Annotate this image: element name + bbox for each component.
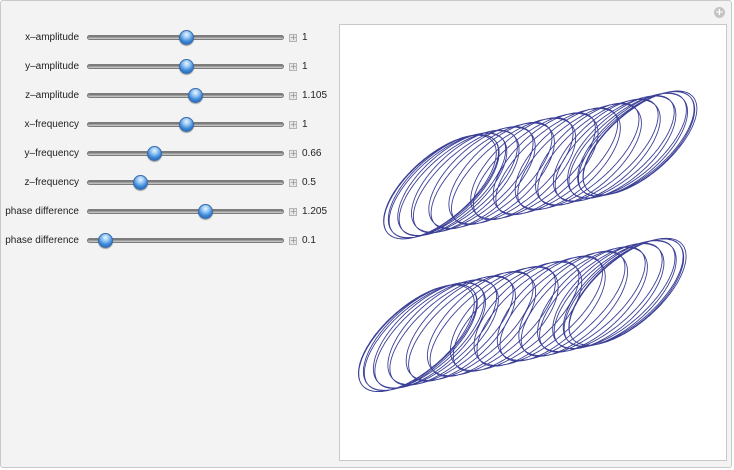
slider-value: 0.1 (302, 235, 316, 246)
slider-track[interactable] (87, 180, 284, 185)
slider-thumb[interactable] (133, 175, 149, 190)
curve-lobe-lower (358, 237, 687, 393)
slider-thumb[interactable] (188, 88, 204, 103)
slider-label: y–frequency (24, 148, 79, 159)
slider-value: 0.66 (302, 148, 322, 159)
slider-label: z–amplitude (25, 90, 79, 101)
slider-row: y–frequency +0.66 (1, 145, 337, 163)
slider-label: phase difference (5, 206, 79, 217)
plus-circle-icon[interactable]: + (714, 7, 725, 18)
plot-area (339, 24, 727, 461)
plus-box-icon[interactable]: + (289, 63, 297, 71)
curve-lobe-upper (383, 90, 698, 240)
slider-row: z–frequency +0.5 (1, 174, 337, 192)
slider-track[interactable] (87, 93, 284, 98)
slider-label: x–amplitude (25, 32, 79, 43)
slider-track[interactable] (87, 238, 284, 243)
slider-thumb[interactable] (178, 30, 194, 45)
slider-value: 1 (302, 32, 308, 43)
plus-box-icon[interactable]: + (289, 208, 297, 216)
slider-track[interactable] (87, 151, 284, 156)
slider-thumb[interactable] (146, 146, 162, 161)
plus-box-icon[interactable]: + (289, 237, 297, 245)
slider-value: 1.205 (302, 206, 328, 217)
slider-thumb[interactable] (97, 233, 113, 248)
manipulate-panel: + x–amplitude +1 y–amplitude +1 z–amplitude +… (0, 0, 732, 468)
slider-label: phase difference (5, 235, 79, 246)
slider-value: 1 (302, 61, 308, 72)
slider-row: y–amplitude +1 (1, 58, 337, 76)
plus-box-icon[interactable]: + (289, 179, 297, 187)
slider-thumb[interactable] (178, 59, 194, 74)
plus-box-icon[interactable]: + (289, 34, 297, 42)
slider-row: x–frequency +1 (1, 116, 337, 134)
plus-box-icon[interactable]: + (289, 121, 297, 129)
plus-box-icon[interactable]: + (289, 150, 297, 158)
slider-track[interactable] (87, 209, 284, 214)
slider-value: 0.5 (302, 177, 316, 188)
plus-box-icon[interactable]: + (289, 92, 297, 100)
slider-label: x–frequency (24, 119, 79, 130)
lissajous-3d-curve (358, 90, 698, 393)
slider-label: y–amplitude (25, 61, 79, 72)
slider-value: 1 (302, 119, 308, 130)
slider-row: x–amplitude +1 (1, 29, 337, 47)
slider-thumb[interactable] (178, 117, 194, 132)
slider-thumb[interactable] (198, 204, 214, 219)
slider-row: z–amplitude +1.105 (1, 87, 337, 105)
slider-label: z–frequency (24, 177, 79, 188)
slider-row: phase difference +1.205 (1, 203, 337, 221)
slider-row: phase difference +0.1 (1, 232, 337, 250)
slider-value: 1.105 (302, 90, 328, 101)
